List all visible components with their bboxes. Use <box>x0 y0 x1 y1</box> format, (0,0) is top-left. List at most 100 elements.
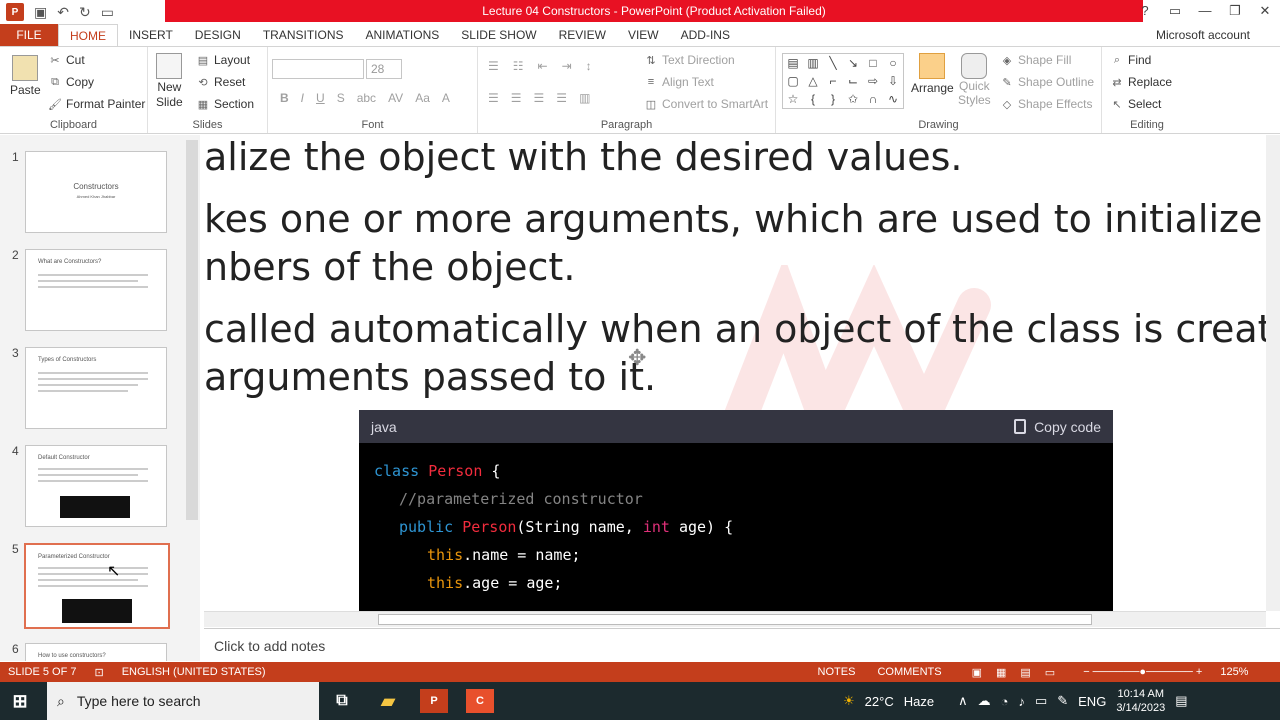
save-icon[interactable]: ▣ <box>34 4 47 21</box>
shape-outline-button[interactable]: ✎ Shape Outline <box>1000 75 1094 89</box>
text-direction-button[interactable]: ⇅ Text Direction <box>644 53 734 67</box>
slide-vertical-scrollbar[interactable] <box>1266 135 1280 611</box>
star2-shape-icon[interactable]: ✩ <box>843 90 863 108</box>
tab-insert[interactable]: INSERT <box>118 24 184 46</box>
elbow-shape-icon[interactable]: ⌙ <box>843 72 863 90</box>
bullets-icon[interactable]: ☰ <box>488 59 499 73</box>
redo-icon[interactable]: ↻ <box>79 4 91 21</box>
view-buttons[interactable]: ▣▦▤▭ <box>972 666 1070 679</box>
ribbon-display-icon[interactable]: ▭ <box>1160 0 1190 22</box>
convert-smartart-button[interactable]: ◫ Convert to SmartArt <box>644 97 768 111</box>
paste-button[interactable]: Paste <box>10 55 41 97</box>
notes-pane[interactable]: Click to add notes <box>204 628 1280 662</box>
slide-thumbnail-4[interactable]: Default Constructor <box>25 445 167 527</box>
zoom-level[interactable]: 125% <box>1220 666 1248 678</box>
slide-text-line[interactable]: arguments passed to it. <box>204 355 656 399</box>
font-name-box[interactable] <box>272 59 364 79</box>
shape-fill-button[interactable]: ◈ Shape Fill <box>1000 53 1072 67</box>
cloud-icon[interactable]: ☁ <box>978 693 991 709</box>
select-button[interactable]: ↖ Select <box>1110 97 1161 111</box>
section-button[interactable]: ▦ Section <box>196 97 254 111</box>
zoom-slider[interactable]: − ──────●────── + <box>1083 666 1202 678</box>
spacing-button[interactable]: AV <box>388 91 403 105</box>
format-painter-button[interactable]: 🖌 Format Painter <box>48 97 145 111</box>
tab-animations[interactable]: ANIMATIONS <box>354 24 450 46</box>
shape-effects-button[interactable]: ◇ Shape Effects <box>1000 97 1093 111</box>
slide-text-line[interactable]: kes one or more arguments, which are use… <box>204 197 1266 241</box>
undo-icon[interactable]: ↶ <box>57 4 69 21</box>
align-center-icon[interactable]: ☰ <box>511 91 522 105</box>
tab-add-ins[interactable]: ADD-INS <box>670 24 741 46</box>
cut-button[interactable]: ✂ Cut <box>48 53 84 67</box>
align-right-icon[interactable]: ☰ <box>534 91 545 105</box>
slide-thumbnail-5-selected[interactable]: Parameterized Constructor <box>24 543 170 629</box>
slide-text-line[interactable]: called automatically when an object of t… <box>204 307 1266 351</box>
weather-icon[interactable]: ☀ <box>843 693 855 709</box>
account-button[interactable]: Microsoft account <box>1156 24 1250 46</box>
bold-button[interactable]: B <box>280 91 289 105</box>
strike-button[interactable]: S <box>337 91 345 105</box>
temperature[interactable]: 22°C <box>865 694 894 709</box>
columns-icon[interactable]: ▥ <box>579 91 590 105</box>
layout-button[interactable]: ▤ Layout <box>196 53 250 67</box>
curve-shape-icon[interactable]: ∩ <box>863 90 883 108</box>
change-case-button[interactable]: Aa <box>415 91 430 105</box>
notification-icon[interactable]: ▤ <box>1175 693 1187 709</box>
help-icon[interactable]: ? <box>1130 0 1160 22</box>
quick-styles-button[interactable]: Quick Styles <box>958 53 991 107</box>
battery-icon[interactable]: ▭ <box>1035 693 1047 709</box>
tab-review[interactable]: REVIEW <box>548 24 617 46</box>
start-from-beginning-icon[interactable]: ▭ <box>101 4 114 21</box>
thumbnails-scrollbar[interactable] <box>186 140 198 520</box>
arrow-line-shape-icon[interactable]: ↘ <box>843 54 863 72</box>
minimize-icon[interactable]: — <box>1190 0 1220 22</box>
tab-file[interactable]: FILE <box>0 24 58 46</box>
underline-button[interactable]: U <box>316 91 325 105</box>
new-slide-button[interactable]: New Slide <box>156 53 183 109</box>
restore-icon[interactable]: ❐ <box>1220 0 1250 22</box>
pen-tray-icon[interactable]: ✎ <box>1057 693 1068 709</box>
triangle-shape-icon[interactable]: △ <box>803 72 823 90</box>
windows-start-icon[interactable]: ⊞ <box>6 689 34 713</box>
comments-button[interactable]: COMMENTS <box>877 666 941 678</box>
star-shape-icon[interactable]: ☆ <box>783 90 803 108</box>
shadow-button[interactable]: abc <box>357 91 376 105</box>
volume-icon[interactable]: ♪ <box>1018 694 1025 709</box>
font-color-button[interactable]: A <box>442 91 450 105</box>
slide-text-line[interactable]: nbers of the object. <box>204 245 575 289</box>
code-image[interactable]: java Copy code class Person { //paramete… <box>359 410 1113 611</box>
italic-button[interactable]: I <box>301 91 304 105</box>
line-shape-icon[interactable]: ╲ <box>823 54 843 72</box>
notes-button[interactable]: NOTES <box>818 666 856 678</box>
language-indicator[interactable]: ENGLISH (UNITED STATES) <box>122 666 266 678</box>
network-icon[interactable]: ◔ <box>1001 694 1009 709</box>
find-button[interactable]: ⌕ Find <box>1110 53 1151 67</box>
shapes-gallery[interactable]: ▤ ▥ ╲ ↘ □ ○ ▢ △ ⌐ ⌙ ⇨ ⇩ ☆{} ✩ ∩ ∿ <box>782 53 904 109</box>
down-arrow-shape-icon[interactable]: ⇩ <box>883 72 903 90</box>
font-size-box[interactable]: 28 <box>366 59 402 79</box>
slide-horizontal-scrollbar[interactable] <box>204 611 1266 627</box>
language-tray[interactable]: ENG <box>1078 694 1106 709</box>
line-spacing-icon[interactable]: ↕ <box>586 59 592 73</box>
powerpoint-taskbar-icon[interactable]: P <box>420 689 448 713</box>
app-c-taskbar-icon[interactable]: C <box>466 689 494 713</box>
align-text-button[interactable]: ≡ Align Text <box>644 75 714 89</box>
scrollbar-thumb[interactable] <box>378 614 1092 625</box>
tab-slide-show[interactable]: SLIDE SHOW <box>450 24 547 46</box>
wave-shape-icon[interactable]: ∿ <box>883 90 903 108</box>
tab-home[interactable]: HOME <box>58 24 118 46</box>
reset-button[interactable]: ⟲ Reset <box>196 75 245 89</box>
rectangle-shape-icon[interactable]: □ <box>863 54 883 72</box>
numbering-icon[interactable]: ☷ <box>513 59 524 73</box>
chevron-up-icon[interactable]: ∧ <box>958 693 968 709</box>
spellcheck-icon[interactable]: ⊡ <box>94 666 103 679</box>
clock[interactable]: 10:14 AM 3/14/2023 <box>1116 687 1165 715</box>
slide-thumbnail-2[interactable]: What are Constructors? <box>25 249 167 331</box>
rounded-rect-shape-icon[interactable]: ▢ <box>783 72 803 90</box>
oval-shape-icon[interactable]: ○ <box>883 54 903 72</box>
justify-icon[interactable]: ☰ <box>556 91 567 105</box>
connector-shape-icon[interactable]: ⌐ <box>823 72 843 90</box>
copy-button[interactable]: ⧉ Copy <box>48 75 94 89</box>
decrease-indent-icon[interactable]: ⇤ <box>538 59 548 73</box>
tab-design[interactable]: DESIGN <box>184 24 252 46</box>
